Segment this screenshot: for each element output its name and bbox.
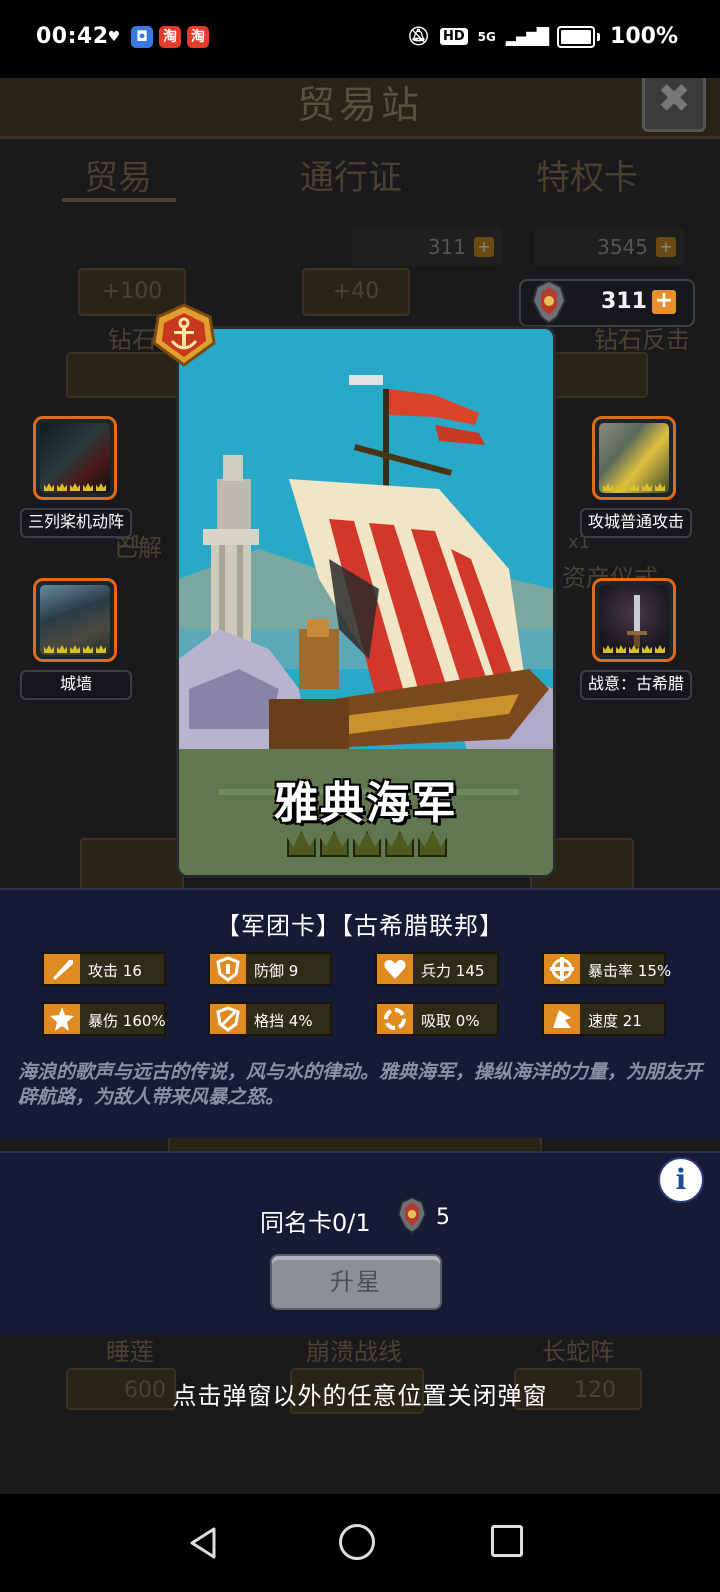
card-info-panel: 【军团卡】【古希腊联邦】 攻击 16 防御 9 兵力 145 暴击率 15% 暴… [0, 888, 720, 1138]
sword-icon [44, 954, 80, 984]
card-name: 雅典海军 [274, 778, 458, 829]
taobao-app-icon: 淘 [187, 26, 209, 48]
bg-tab-pass: 通行证 [300, 158, 402, 198]
crown-icon [418, 831, 447, 857]
stat-absorb: 吸取 0% [375, 1002, 499, 1036]
anchor-icon [152, 303, 216, 367]
bg-tab-trade: 贸易 [84, 158, 152, 198]
crown-icon [385, 831, 415, 857]
home-icon[interactable] [339, 1524, 375, 1560]
bg-box [80, 838, 184, 892]
clock: 00:42 [36, 24, 109, 49]
same-card-progress: 同名卡0/1 [260, 1209, 371, 1237]
stat-speed: 速度 21 [542, 1002, 666, 1036]
skill-trireme-formation[interactable] [33, 416, 117, 500]
skill-label: 攻城普通攻击 [580, 508, 692, 538]
stat-block: 格挡 4% [208, 1002, 332, 1036]
network-label: 5G [477, 29, 496, 44]
skill-label: 三列桨机动阵 [20, 508, 132, 538]
emblem-resource[interactable]: 311 + [519, 279, 695, 327]
skill-greek-spirit[interactable] [592, 578, 676, 662]
taobao-app-icon: 淘 [159, 26, 181, 48]
emblem-icon [397, 1196, 427, 1234]
bg-text: 崩溃战线 [306, 1338, 402, 1366]
bg-text: 长蛇阵 [542, 1338, 614, 1366]
skill-stars [603, 645, 665, 655]
recents-icon[interactable] [491, 1525, 523, 1557]
crown-icon [287, 831, 316, 857]
notification-icons: ♥ ◘ 淘 淘 [103, 26, 209, 48]
shield-icon [210, 954, 246, 984]
card-description: 海浪的歌声与远古的传说，风与水的律动。雅典海军，操纵海洋的力量，为朋友开辟航路，… [18, 1061, 703, 1108]
skill-stars [44, 483, 106, 493]
bg-tab-privilege: 特权卡 [536, 158, 638, 198]
emblem-icon [531, 279, 567, 325]
bg-tab-underline [62, 198, 176, 202]
info-button[interactable]: i [658, 1157, 704, 1203]
mute-icon: 🔕︎ [407, 26, 430, 47]
absorb-icon [377, 1004, 413, 1034]
bg-title: 贸易站 [296, 83, 423, 127]
bg-text: 睡莲 [106, 1338, 154, 1366]
stat-troops: 兵力 145 [375, 952, 499, 986]
back-icon[interactable] [188, 1526, 218, 1560]
status-bar: 00:42 ♥ ◘ 淘 淘 🔕︎ HD 5G ▂▄▆█ 100% [0, 0, 720, 78]
speed-icon [544, 1004, 580, 1034]
info-icon: i [675, 1163, 687, 1196]
crit-damage-icon [44, 1004, 80, 1034]
stat-attack: 攻击 16 [42, 952, 166, 986]
stat-defense: 防御 9 [208, 952, 332, 986]
crown-icon [352, 831, 382, 857]
battery-icon [557, 25, 596, 48]
battery-percent: 100% [610, 24, 678, 49]
skill-siege-attack[interactable] [592, 416, 676, 500]
skill-city-wall[interactable] [33, 578, 117, 662]
bg-resource: 311 + [352, 228, 502, 266]
card-type-title: 【军团卡】【古希腊联邦】 [216, 912, 504, 940]
crown-icon [319, 831, 349, 857]
block-icon [210, 1004, 246, 1034]
blue-app-icon: ◘ [131, 26, 153, 48]
bg-text: 钻石 [108, 326, 156, 354]
heart-app-icon: ♥ [107, 29, 121, 45]
system-icons: 🔕︎ HD 5G ▂▄▆█ 100% [407, 24, 678, 49]
bg-box: +40 [302, 268, 410, 316]
skill-stars [44, 645, 106, 655]
heart-icon [377, 954, 413, 984]
crit-icon [544, 954, 580, 984]
add-emblem-button[interactable]: + [652, 290, 676, 314]
skill-stars [603, 483, 665, 493]
close-hint: 点击弹窗以外的任意位置关闭弹窗 [172, 1382, 548, 1410]
skill-label: 城墙 [20, 670, 132, 700]
skill-label: 战意：古希腊 [580, 670, 692, 700]
navigation-bar [0, 1494, 720, 1592]
star-up-cost: 5 [436, 1205, 450, 1230]
stat-crit-damage: 暴伤 160% [42, 1002, 166, 1036]
bg-box [552, 352, 648, 398]
star-up-button[interactable]: 升星 [270, 1254, 442, 1310]
stat-crit-rate: 暴击率 15% [542, 952, 671, 986]
unit-card[interactable]: 雅典海军 [176, 326, 556, 878]
hd-badge: HD [439, 28, 468, 45]
battery-tip [597, 32, 601, 41]
emblem-count: 311 [601, 289, 647, 314]
signal-icon: ▂▄▆█ [505, 27, 549, 46]
bg-resource: 3545 + [534, 228, 684, 266]
card-star-rating [287, 831, 447, 859]
